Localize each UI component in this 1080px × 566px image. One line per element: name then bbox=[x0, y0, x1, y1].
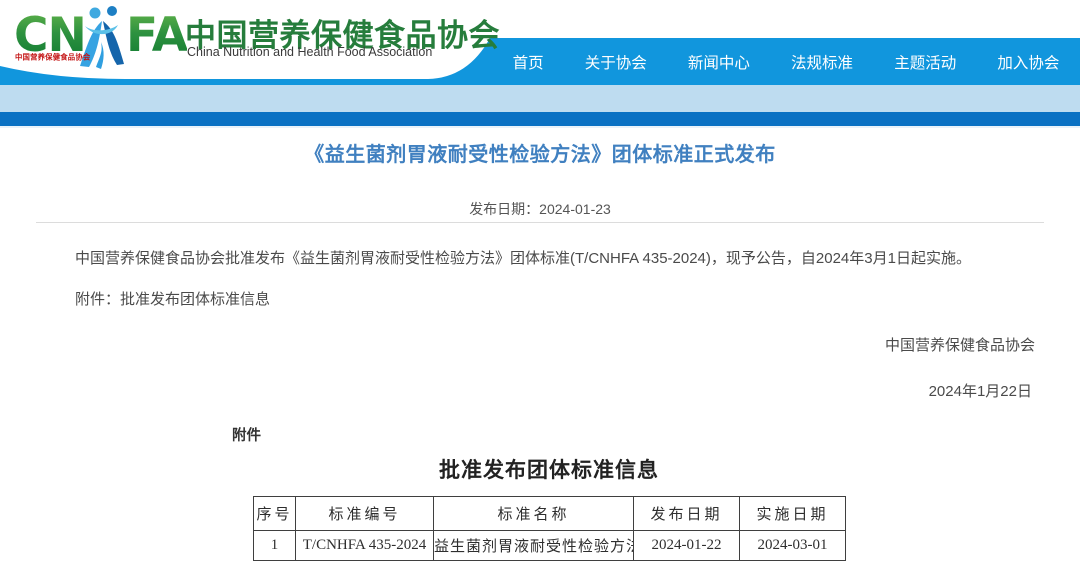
table-header-row: 序号 标准编号 标准名称 发布日期 实施日期 bbox=[254, 497, 846, 531]
attachment-reference-line: 附件：批准发布团体标准信息 bbox=[75, 288, 270, 309]
table-row: 1 T/CNHFA 435-2024 益生菌剂胃液耐受性检验方法 2024-01… bbox=[254, 531, 846, 561]
nav-item-home[interactable]: 首页 bbox=[507, 47, 550, 77]
attachment-label: 附件 bbox=[232, 424, 261, 445]
logo-letters-fa: FA bbox=[126, 8, 187, 63]
nav-item-standards[interactable]: 法规标准 bbox=[785, 47, 859, 77]
association-logo[interactable]: CN FA 中国营养保健食品协会 中国营养保健食品协会 China Nutrit… bbox=[0, 0, 470, 80]
standards-table: 序号 标准编号 标准名称 发布日期 实施日期 1 T/CNHFA 435-202… bbox=[253, 496, 846, 561]
col-header-impl-date: 实施日期 bbox=[740, 497, 846, 531]
page: CN FA 中国营养保健食品协会 中国营养保健食品协会 China Nutrit… bbox=[0, 0, 1080, 566]
attachment-table-title: 批准发布团体标准信息 bbox=[253, 454, 845, 484]
article-title: 《益生菌剂胃液耐受性检验方法》团体标准正式发布 bbox=[0, 138, 1080, 167]
publish-date: 发布日期：2024-01-23 bbox=[0, 199, 1080, 219]
dark-blue-band bbox=[0, 112, 1080, 128]
light-blue-band bbox=[0, 85, 1080, 112]
nav-item-join[interactable]: 加入协会 bbox=[991, 47, 1065, 77]
site-header: CN FA 中国营养保健食品协会 中国营养保健食品协会 China Nutrit… bbox=[0, 0, 1080, 85]
article-paragraph: 中国营养保健食品协会批准发布《益生菌剂胃液耐受性检验方法》团体标准(T/CNHF… bbox=[75, 248, 1035, 271]
divider-line bbox=[36, 222, 1044, 223]
nav-item-news[interactable]: 新闻中心 bbox=[682, 47, 756, 77]
logo-small-red-text: 中国营养保健食品协会 bbox=[15, 52, 89, 62]
col-header-index: 序号 bbox=[254, 497, 296, 531]
nav-item-about[interactable]: 关于协会 bbox=[579, 47, 653, 77]
signature-organization: 中国营养保健食品协会 bbox=[885, 334, 1035, 355]
cell-index: 1 bbox=[254, 531, 296, 561]
association-name-english: China Nutrition and Health Food Associat… bbox=[187, 45, 432, 59]
nav-item-activities[interactable]: 主题活动 bbox=[888, 47, 962, 77]
cell-pub-date: 2024-01-22 bbox=[634, 531, 740, 561]
col-header-pub-date: 发布日期 bbox=[634, 497, 740, 531]
main-nav: 首页 关于协会 新闻中心 法规标准 主题活动 加入协会 bbox=[492, 38, 1080, 85]
cell-name: 益生菌剂胃液耐受性检验方法 bbox=[434, 531, 634, 561]
signature-date: 2024年1月22日 bbox=[929, 380, 1032, 401]
cell-impl-date: 2024-03-01 bbox=[740, 531, 846, 561]
cell-code: T/CNHFA 435-2024 bbox=[296, 531, 434, 561]
col-header-name: 标准名称 bbox=[434, 497, 634, 531]
col-header-code: 标准编号 bbox=[296, 497, 434, 531]
